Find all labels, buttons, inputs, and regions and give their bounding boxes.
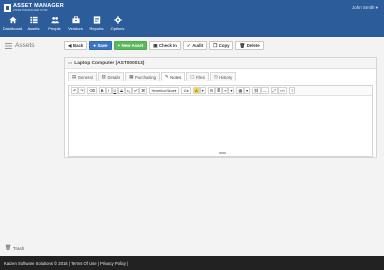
table-icon[interactable]: ▦	[236, 87, 245, 94]
save-button[interactable]: ● Save	[89, 41, 112, 50]
details-icon: ▥	[101, 74, 106, 79]
save-icon: ●	[93, 43, 96, 48]
files-icon: ▢	[190, 74, 195, 79]
eraser-icon[interactable]: ⌫	[87, 87, 97, 94]
top-navbar: ASSET MANAGER ASSETMANAGER.COM John Smit…	[0, 0, 384, 37]
redo-icon[interactable]: ↷	[78, 87, 86, 94]
tab-notes[interactable]: ✎ Notes	[160, 72, 186, 81]
font-size-select[interactable]: 11 ▾	[180, 87, 192, 94]
brand-subtitle: ASSETMANAGER.COM	[13, 8, 48, 13]
trash-icon: 🗑	[5, 245, 12, 251]
back-arrow-icon: ◀	[68, 42, 72, 48]
trash-icon: 🗑	[239, 42, 246, 48]
bold-button[interactable]: B	[98, 87, 106, 94]
check-in-icon: ▣	[153, 42, 158, 48]
footer-text: Kaizen Software Solutions © 2016 | Terms…	[4, 260, 129, 266]
nav-label: Dashboard	[2, 26, 23, 31]
superscript-button[interactable]: x²	[132, 87, 140, 94]
notes-icon: ✎	[164, 74, 169, 79]
new-asset-button[interactable]: + New Asset	[113, 41, 148, 50]
panel-header: ▭ Laptop Computer (AST000013)	[65, 58, 376, 69]
vendors-icon	[71, 16, 80, 24]
nav-options[interactable]: Options	[107, 16, 128, 34]
tab-details[interactable]: ▥ Details	[97, 72, 125, 81]
caret-down-icon[interactable]: ▾	[199, 87, 206, 94]
page-title: Assets	[5, 42, 35, 49]
gear-icon	[113, 16, 122, 24]
general-icon: ▤	[72, 74, 77, 79]
nav-reports[interactable]: Reports	[86, 16, 107, 34]
undo-icon[interactable]: ↶	[71, 87, 79, 94]
nav-label: Assets	[27, 26, 40, 31]
user-menu[interactable]: John Smith ▾	[352, 5, 378, 11]
logo-icon	[4, 4, 11, 12]
reports-icon	[93, 16, 100, 24]
caret-down-icon[interactable]: ▾	[244, 87, 251, 94]
people-icon	[50, 17, 59, 24]
fullscreen-icon[interactable]: ⤢	[270, 87, 278, 94]
footer: Kaizen Software Solutions © 2016 | Terms…	[0, 256, 384, 270]
font-family-select[interactable]: Helvetica Neue ▾	[149, 87, 179, 94]
horizontal-rule-icon[interactable]: —	[260, 87, 269, 94]
copy-icon: ❐	[213, 42, 218, 48]
link-icon[interactable]: ⛓	[252, 87, 261, 94]
page-title-text: Assets	[15, 42, 35, 49]
nav-vendors[interactable]: Vendors	[65, 16, 86, 34]
asset-panel: ▭ Laptop Computer (AST000013) ▤ General ▥…	[64, 57, 377, 158]
check-in-button[interactable]: ▣ Check In	[149, 41, 181, 50]
help-icon[interactable]: ?	[289, 87, 296, 94]
audit-button[interactable]: ✓ Audit	[182, 41, 208, 50]
asset-heading: Laptop Computer (AST000013)	[74, 60, 145, 66]
plus-icon: +	[117, 43, 121, 48]
copy-button[interactable]: ❐ Copy	[209, 41, 234, 50]
check-icon: ✓	[186, 42, 191, 48]
nav-label: Options	[110, 26, 125, 31]
format-painter-icon[interactable]: ⌘	[139, 87, 148, 94]
asset-toolbar: ◀ Back ● Save + New Asset ▣ Check In ✓ Audit …	[64, 41, 266, 50]
subscript-button[interactable]: x₂	[124, 87, 133, 94]
tab-general[interactable]: ▤ General	[68, 72, 97, 81]
history-icon: ◷	[213, 74, 218, 79]
back-button[interactable]: ◀ Back	[64, 41, 88, 50]
laptop-icon: ▭	[68, 60, 73, 65]
nav-assets[interactable]: Assets	[23, 16, 44, 34]
home-icon	[8, 16, 17, 24]
notes-textarea[interactable]	[69, 96, 372, 154]
underline-button[interactable]: U	[111, 87, 119, 94]
tab-purchasing[interactable]: ▦ Purchasing	[125, 72, 160, 81]
resize-handle[interactable]	[219, 152, 226, 154]
list-icon	[5, 42, 12, 49]
notes-editor: ↶ ↷ ⌫ B I U S x₂ x² ⌘ Helvetica Neue ▾ 11…	[68, 85, 373, 157]
brand-logo[interactable]: ASSET MANAGER ASSETMANAGER.COM	[4, 3, 64, 13]
caret-down-icon: ▾	[186, 88, 189, 93]
code-view-icon[interactable]: </>	[277, 87, 288, 94]
caret-down-icon: ▾	[174, 88, 177, 93]
trash-link[interactable]: 🗑 Trash	[5, 245, 24, 251]
caret-down-icon[interactable]: ▾	[228, 87, 235, 94]
nav-label: Reports	[89, 26, 104, 31]
numbered-list-icon[interactable]: ≣	[215, 87, 223, 94]
asset-tabs: ▤ General ▥ Details ▦ Purchasing ✎ Notes ▢ Fi…	[68, 72, 237, 81]
purchasing-icon: ▦	[129, 74, 134, 79]
nav-label: People	[48, 26, 61, 31]
main-nav: Dashboard Assets People Vendors Reports …	[2, 16, 128, 34]
delete-button[interactable]: 🗑 Delete	[235, 41, 264, 50]
editor-toolbar: ↶ ↷ ⌫ B I U S x₂ x² ⌘ Helvetica Neue ▾ 11…	[69, 86, 372, 96]
nav-label: Vendors	[68, 26, 83, 31]
bullet-list-icon[interactable]: ☰	[207, 87, 216, 94]
tab-history[interactable]: ◷ History	[209, 72, 237, 81]
tab-files[interactable]: ▢ Files	[186, 72, 209, 81]
list-icon	[29, 16, 38, 24]
nav-dashboard[interactable]: Dashboard	[2, 16, 23, 34]
nav-people[interactable]: People	[44, 16, 65, 34]
